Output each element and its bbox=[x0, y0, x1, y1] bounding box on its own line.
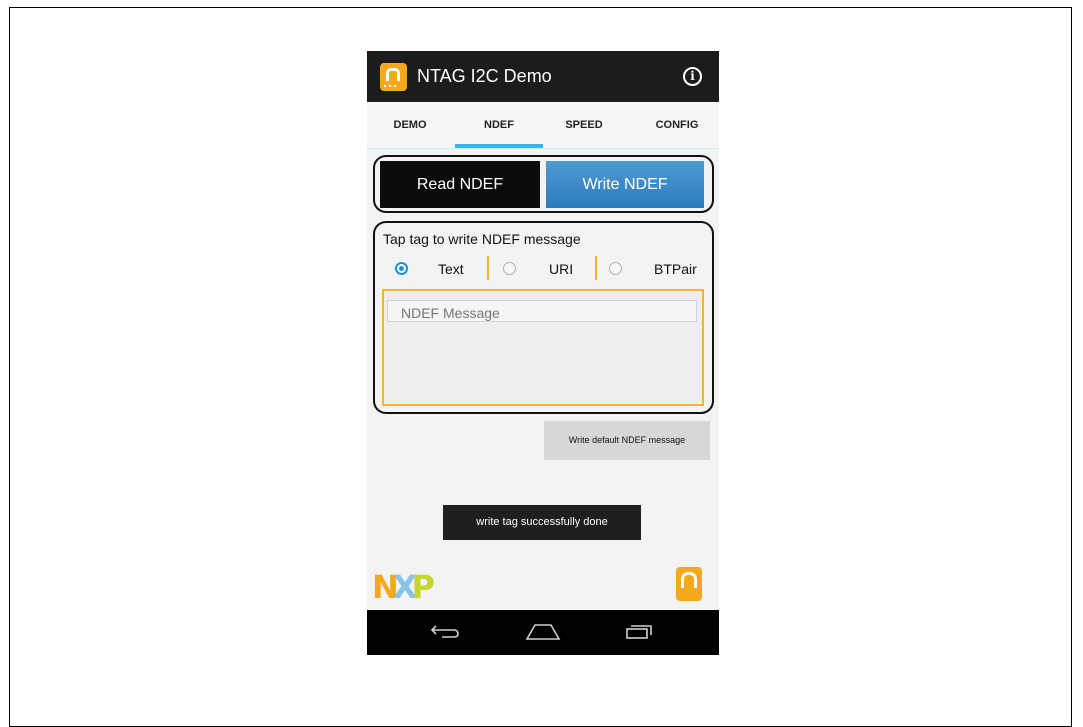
tab-demo[interactable]: DEMO bbox=[381, 102, 439, 148]
tab-ndef[interactable]: NDEF bbox=[455, 102, 543, 148]
ntag-logo-icon bbox=[676, 567, 702, 601]
action-bar: NTAG I2C Demo i bbox=[367, 51, 719, 102]
system-nav-bar bbox=[367, 610, 719, 655]
nxp-logo-letter: N bbox=[372, 568, 399, 606]
nxp-logo: NXP bbox=[372, 571, 462, 603]
radio-text-label[interactable]: Text bbox=[438, 261, 464, 277]
info-icon[interactable]: i bbox=[683, 67, 702, 86]
app-logo-icon bbox=[380, 63, 407, 91]
back-icon[interactable] bbox=[430, 624, 460, 638]
radio-uri[interactable] bbox=[503, 262, 516, 275]
radio-separator bbox=[595, 256, 597, 280]
app-title: NTAG I2C Demo bbox=[417, 66, 552, 86]
radio-btpair[interactable] bbox=[609, 262, 622, 275]
radio-separator bbox=[487, 256, 489, 280]
write-default-ndef-button[interactable]: Write default NDEF message bbox=[544, 421, 710, 460]
tab-bar: DEMO NDEF SPEED CONFIG bbox=[367, 102, 719, 149]
recent-apps-icon[interactable] bbox=[626, 625, 652, 639]
nxp-logo-letter: X bbox=[392, 568, 418, 606]
radio-btpair-label[interactable]: BTPair bbox=[654, 261, 697, 277]
write-ndef-button[interactable]: Write NDEF bbox=[546, 161, 704, 208]
ndef-message-input[interactable] bbox=[387, 300, 697, 322]
radio-uri-label[interactable]: URI bbox=[549, 261, 573, 277]
write-panel-title: Tap tag to write NDEF message bbox=[383, 231, 581, 247]
phone-screen: NTAG I2C Demo i DEMO NDEF SPEED CONFIG R… bbox=[367, 51, 719, 655]
radio-text[interactable] bbox=[395, 262, 408, 275]
home-icon[interactable] bbox=[525, 623, 561, 641]
tab-speed[interactable]: SPEED bbox=[555, 102, 613, 148]
toast-message: write tag successfully done bbox=[443, 505, 641, 540]
ndef-message-area bbox=[382, 289, 704, 406]
tab-config[interactable]: CONFIG bbox=[643, 102, 711, 148]
read-ndef-button[interactable]: Read NDEF bbox=[380, 161, 540, 208]
nxp-logo-letter: P bbox=[411, 568, 435, 606]
